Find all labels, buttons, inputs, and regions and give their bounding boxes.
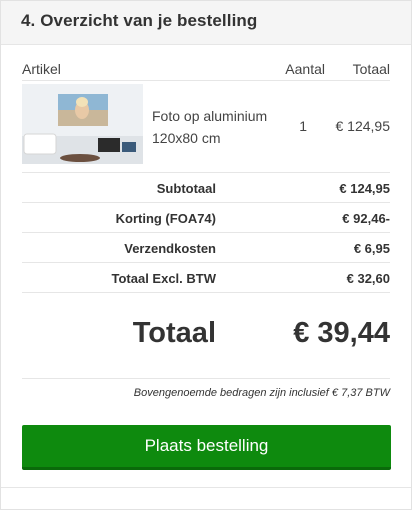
summary-value: € 32,60 xyxy=(346,271,390,286)
summary-label: Totaal Excl. BTW xyxy=(111,271,217,286)
item-total: € 124,95 xyxy=(335,118,391,134)
summary-label: Subtotaal xyxy=(156,181,216,196)
section-title: 4. Overzicht van je bestelling xyxy=(21,11,258,30)
column-total: Totaal xyxy=(352,61,390,77)
grand-total-value: € 39,44 xyxy=(293,317,390,349)
item-name-line2: 120x80 cm xyxy=(152,130,221,146)
product-photo-thumbnail-icon xyxy=(22,84,143,164)
vat-note: Bovengenoemde bedragen zijn inclusief € … xyxy=(133,387,390,399)
product-thumbnail xyxy=(22,84,143,164)
summary-row-total-excl-vat: Totaal Excl. BTW € 32,60 xyxy=(22,263,390,293)
column-article: Artikel xyxy=(22,61,61,77)
order-item-row: Foto op aluminium 120x80 cm 1 € 124,95 xyxy=(22,81,390,173)
column-quantity: Aantal xyxy=(285,61,325,77)
place-order-button[interactable]: Plaats bestelling xyxy=(22,425,391,470)
summary-row-subtotal: Subtotaal € 124,95 xyxy=(22,173,390,203)
summary-label: Verzendkosten xyxy=(124,241,216,256)
grand-total-row: Totaal € 39,44 xyxy=(22,293,390,379)
summary-row-discount: Korting (FOA74) € 92,46- xyxy=(22,203,390,233)
grand-total-label: Totaal xyxy=(132,317,216,349)
item-quantity: 1 xyxy=(299,118,307,134)
summary-label: Korting (FOA74) xyxy=(115,211,216,226)
order-overview-panel: 4. Overzicht van je bestelling Artikel A… xyxy=(0,0,412,510)
table-header: Artikel Aantal Totaal xyxy=(22,45,390,81)
summary-value: € 124,95 xyxy=(339,181,390,196)
order-content: Artikel Aantal Totaal Foto op aluminium … xyxy=(1,45,411,470)
item-name: Foto op aluminium 120x80 cm xyxy=(152,105,267,149)
divider xyxy=(1,487,411,488)
summary-value: € 92,46- xyxy=(342,211,390,226)
section-header: 4. Overzicht van je bestelling xyxy=(1,1,411,45)
item-name-line1: Foto op aluminium xyxy=(152,108,268,124)
summary-value: € 6,95 xyxy=(353,241,390,256)
summary-row-shipping: Verzendkosten € 6,95 xyxy=(22,233,390,263)
